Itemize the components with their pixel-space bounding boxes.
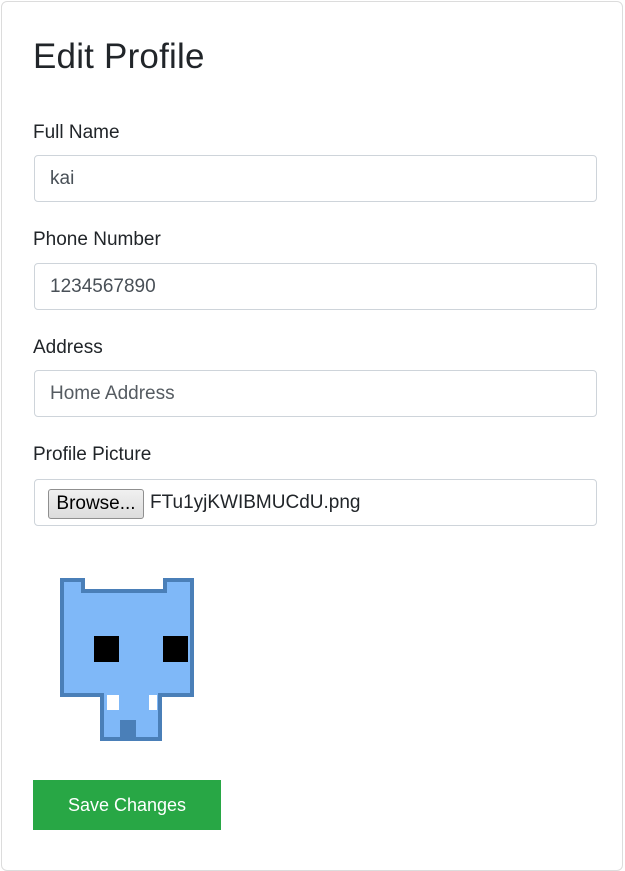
save-changes-button[interactable]: Save Changes — [33, 780, 221, 830]
address-label: Address — [33, 337, 103, 358]
selected-file-name: FTu1yjKWIBMUCdU.png — [150, 492, 361, 513]
address-input[interactable] — [34, 370, 597, 417]
profile-picture-file-input[interactable]: Browse... FTu1yjKWIBMUCdU.png — [34, 479, 597, 526]
page-title: Edit Profile — [33, 37, 205, 76]
profile-picture-preview — [60, 578, 194, 741]
avatar-image — [60, 578, 194, 741]
phone-number-label: Phone Number — [33, 229, 161, 250]
edit-profile-card: Edit Profile Full Name Phone Number Addr… — [1, 1, 623, 871]
profile-picture-label: Profile Picture — [33, 444, 152, 465]
phone-number-input[interactable] — [34, 263, 597, 310]
browse-button[interactable]: Browse... — [48, 489, 144, 519]
full-name-input[interactable] — [34, 155, 597, 202]
full-name-label: Full Name — [33, 122, 120, 143]
